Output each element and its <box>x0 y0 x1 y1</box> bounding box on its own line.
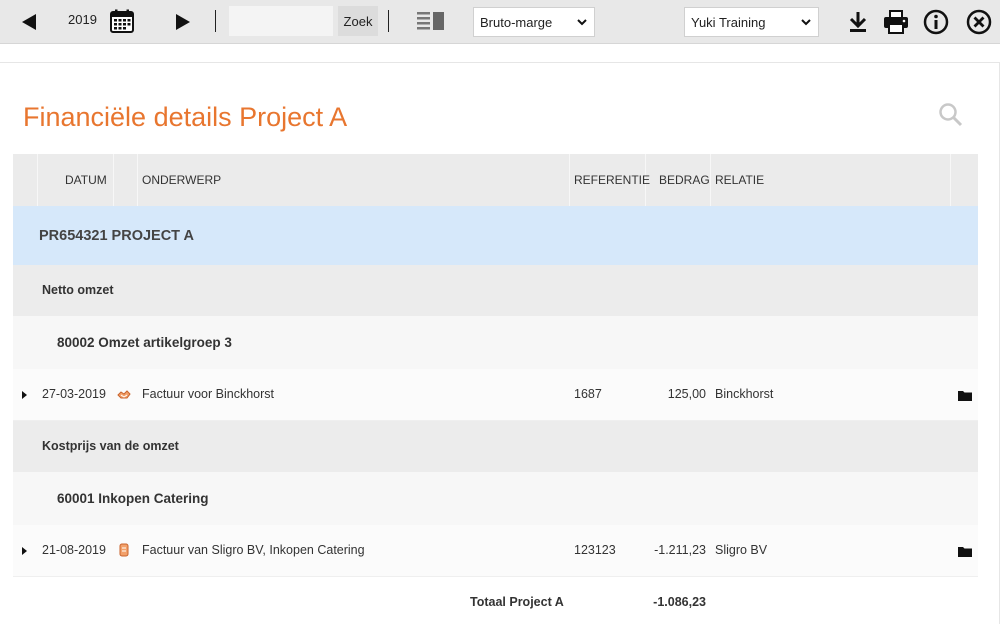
table-row[interactable]: 21-08-2019 Factuur van Sligro BV, Inkope… <box>13 525 978 577</box>
column-header-datum[interactable]: DATUM <box>65 173 107 187</box>
view-select[interactable]: Bruto-marge <box>473 7 595 37</box>
expand-row-icon[interactable] <box>22 391 27 399</box>
print-icon[interactable] <box>883 9 909 35</box>
row-bedrag: 125,00 <box>667 387 706 401</box>
total-row: Totaal Project A -1.086,23 <box>13 578 978 623</box>
table-row[interactable]: 27-03-2019 Factuur voor Binckhorst 1687 … <box>13 369 978 421</box>
close-icon[interactable] <box>966 9 992 35</box>
total-label: Totaal Project A <box>470 595 564 609</box>
group-row: Kostprijs van de omzet <box>13 421 978 472</box>
column-header-relatie[interactable]: RELATIE <box>715 173 764 187</box>
download-icon[interactable] <box>845 9 871 35</box>
project-label: PR654321 PROJECT A <box>39 228 195 244</box>
row-referentie: 1687 <box>574 387 602 401</box>
administration-select-value: Yuki Training <box>691 14 766 30</box>
info-icon[interactable] <box>923 9 949 35</box>
search-button[interactable]: Zoek <box>338 6 378 36</box>
column-header-bedrag[interactable]: BEDRAG <box>659 173 710 187</box>
subgroup-label: 60001 Inkopen Catering <box>57 491 209 506</box>
row-onderwerp: Factuur van Sligro BV, Inkopen Catering <box>142 543 365 557</box>
subgroup-row: 60001 Inkopen Catering <box>13 472 978 525</box>
previous-year-arrow-icon[interactable] <box>22 14 36 30</box>
sales-invoice-icon <box>117 390 131 399</box>
administration-select[interactable]: Yuki Training <box>684 7 819 37</box>
group-label: Kostprijs van de omzet <box>42 439 179 453</box>
group-row: Netto omzet <box>13 265 978 316</box>
subgroup-label: 80002 Omzet artikelgroep 3 <box>57 335 232 350</box>
row-onderwerp: Factuur voor Binckhorst <box>142 387 274 401</box>
next-year-arrow-icon[interactable] <box>176 14 190 30</box>
folder-icon[interactable] <box>958 546 972 557</box>
row-relatie: Sligro BV <box>715 543 768 557</box>
search-input[interactable] <box>229 6 333 36</box>
project-row: PR654321 PROJECT A <box>13 206 978 265</box>
page-title: Financiële details Project A <box>23 102 348 132</box>
view-select-value: Bruto-marge <box>480 14 553 30</box>
chevron-down-icon <box>577 19 587 26</box>
subgroup-row: 80002 Omzet artikelgroep 3 <box>13 316 978 369</box>
group-label: Netto omzet <box>42 283 114 297</box>
folder-icon[interactable] <box>958 390 972 401</box>
column-header-referentie[interactable]: REFERENTIE <box>574 173 650 187</box>
toolbar: 2019 Zoek Bruto-marge Yuki Training <box>0 0 1000 44</box>
toolbar-divider <box>215 10 216 32</box>
table-header: DATUM ONDERWERP REFERENTIE BEDRAG RELATI… <box>13 154 978 206</box>
row-relatie: Binckhorst <box>715 387 774 401</box>
row-bedrag: -1.211,23 <box>654 543 706 557</box>
row-datum: 21-08-2019 <box>42 543 106 557</box>
layout-toggle-icon[interactable] <box>417 11 445 31</box>
financial-details-table: DATUM ONDERWERP REFERENTIE BEDRAG RELATI… <box>13 154 978 577</box>
toolbar-divider <box>388 10 389 32</box>
chevron-down-icon <box>801 19 811 26</box>
column-header-onderwerp[interactable]: ONDERWERP <box>142 173 221 187</box>
year-label: 2019 <box>68 12 97 27</box>
row-referentie: 123123 <box>574 543 616 557</box>
row-datum: 27-03-2019 <box>42 387 106 401</box>
search-icon[interactable] <box>938 102 964 128</box>
calendar-icon[interactable] <box>110 9 134 33</box>
expand-row-icon[interactable] <box>22 547 27 555</box>
total-value: -1.086,23 <box>653 595 706 609</box>
purchase-invoice-icon <box>119 543 129 557</box>
